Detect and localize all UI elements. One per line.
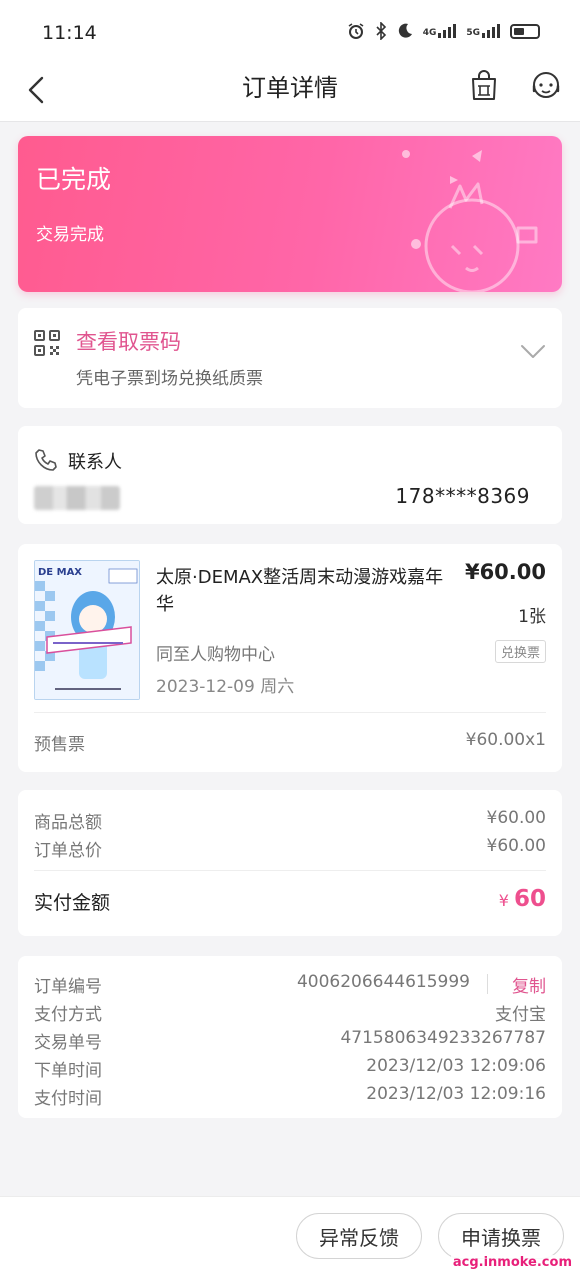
request-exchange-button[interactable]: 申请换票	[438, 1213, 564, 1259]
paid-amount-label: 实付金额	[34, 892, 111, 914]
event-poster-image: DE MAX	[34, 560, 140, 700]
order-time-value: 2023/12/03 12:09:06	[366, 1056, 546, 1076]
event-date: 2023-12-09 周六	[156, 677, 295, 697]
ticket-unit-price: ¥60.00x1	[465, 730, 546, 750]
ticket-code-title: 查看取票码	[76, 330, 181, 354]
payment-method-label: 支付方式	[34, 1005, 102, 1025]
shopping-bag-icon[interactable]	[466, 68, 502, 104]
order-time-label: 下单时间	[34, 1061, 102, 1081]
ticket-type: 预售票	[34, 735, 85, 755]
order-number-value: 4006206644615999	[296, 972, 470, 992]
order-status-subtitle: 交易完成	[36, 225, 104, 245]
trade-number-label: 交易单号	[34, 1033, 102, 1053]
chevron-down-icon[interactable]	[520, 340, 546, 362]
contact-label: 联系人	[68, 452, 122, 473]
order-total-value: ¥60.00	[486, 836, 546, 856]
phone-icon	[35, 449, 57, 471]
paid-number: 60	[513, 886, 546, 912]
battery-icon	[510, 23, 540, 39]
4g-signal-icon: 4G	[423, 24, 457, 38]
ticket-code-card[interactable]: 查看取票码 凭电子票到场兑换纸质票	[18, 308, 562, 408]
order-info-card: 订单编号 4006206644615999 复制 支付方式 支付宝 交易单号 4…	[18, 956, 562, 1118]
divider	[487, 974, 488, 994]
goods-total-label: 商品总额	[34, 813, 102, 833]
divider	[34, 870, 546, 871]
mascot-illustration	[402, 150, 538, 292]
goods-total-row: 商品总额 ¥60.00	[34, 808, 546, 833]
payment-method-row: 支付方式 支付宝	[34, 1000, 546, 1025]
product-price: ¥60.00	[464, 560, 546, 584]
product-title: 太原·DEMAX整活周末动漫游戏嘉年华	[156, 567, 444, 615]
qr-code-icon	[34, 330, 60, 356]
order-number-label: 订单编号	[34, 977, 102, 997]
order-status-title: 已完成	[36, 165, 112, 194]
payment-method-value: 支付宝	[495, 1005, 546, 1025]
top-nav: 订单详情	[0, 62, 580, 122]
status-time: 11:14	[42, 22, 97, 44]
trade-number-value: 4715806349233267787	[340, 1028, 546, 1048]
moon-icon	[398, 23, 412, 38]
order-time-row: 下单时间 2023/12/03 12:09:06	[34, 1056, 546, 1081]
status-bar: 11:14 4G 5G	[0, 0, 580, 62]
order-total-row: 订单总价 ¥60.00	[34, 836, 546, 861]
product-venue: 同至人购物中心	[156, 645, 275, 665]
ticket-tag-badge: 兑换票	[494, 640, 546, 663]
ticket-code-subtitle: 凭电子票到场兑换纸质票	[76, 369, 263, 389]
contact-name-redacted	[34, 486, 120, 510]
customer-service-icon[interactable]	[528, 68, 564, 104]
copy-order-number-button[interactable]: 复制	[512, 972, 546, 997]
report-issue-button[interactable]: 异常反馈	[296, 1213, 422, 1259]
5g-signal-icon: 5G	[466, 24, 500, 38]
alarm-icon	[348, 23, 364, 39]
product-quantity: 1张	[518, 607, 546, 627]
order-status-banner: 已完成 交易完成	[18, 136, 562, 292]
paid-currency: ¥	[498, 891, 509, 910]
paid-amount-value: ¥ 60	[499, 886, 546, 912]
order-number-row: 订单编号 4006206644615999 复制	[34, 972, 546, 997]
bluetooth-icon	[376, 22, 386, 40]
trade-number-row: 交易单号 4715806349233267787	[34, 1028, 546, 1053]
payment-time-row: 支付时间 2023/12/03 12:09:16	[34, 1084, 546, 1109]
goods-total-value: ¥60.00	[486, 808, 546, 828]
watermark: acg.inmoke.com	[450, 1255, 574, 1270]
contact-card: 联系人 178****8369	[18, 426, 562, 524]
divider	[34, 712, 546, 713]
payment-time-label: 支付时间	[34, 1089, 102, 1109]
status-icons: 4G 5G	[347, 22, 540, 40]
contact-phone: 178****8369	[395, 484, 530, 508]
amount-card: 商品总额 ¥60.00 订单总价 ¥60.00 实付金额 ¥ 60	[18, 790, 562, 936]
payment-time-value: 2023/12/03 12:09:16	[366, 1084, 546, 1104]
poster-brand-text: DE MAX	[38, 567, 82, 578]
order-total-label: 订单总价	[34, 841, 102, 861]
product-card[interactable]: DE MAX 太原·DEMAX整活周末动漫游戏嘉年华 ¥60.00 1张 同至人…	[18, 544, 562, 772]
